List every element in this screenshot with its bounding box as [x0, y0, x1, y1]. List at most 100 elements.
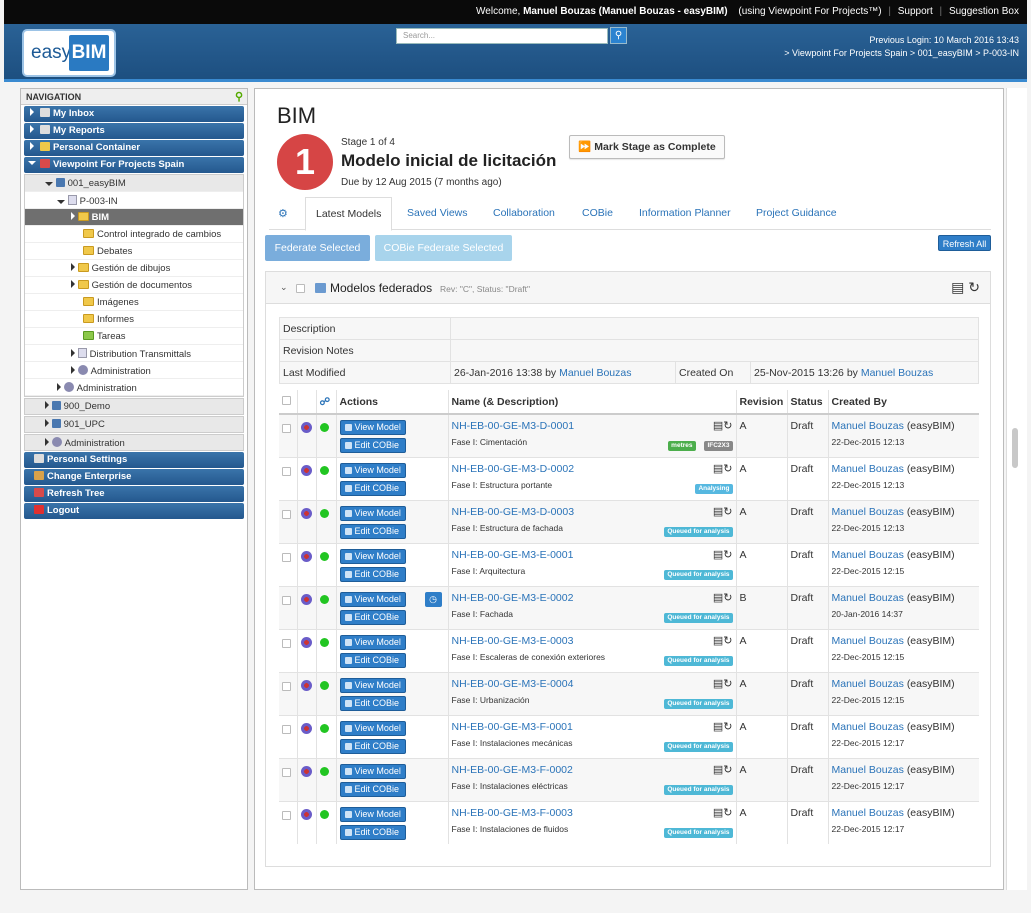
details-icon[interactable]: ▤ — [713, 549, 723, 561]
created-by-user-link[interactable]: Manuel Bouzas — [832, 420, 904, 432]
table-row[interactable]: View Model Edit COBie NH-EB-00-GE-M3-D-0… — [279, 499, 979, 543]
chevron-down-icon[interactable]: ⌄ — [280, 282, 288, 293]
nav-change-enterprise[interactable]: Change Enterprise — [24, 469, 244, 485]
last-modified-user-link[interactable]: Manuel Bouzas — [559, 367, 631, 379]
tab-collaboration[interactable]: Collaboration — [493, 207, 555, 219]
mark-stage-complete-button[interactable]: ⏩ Mark Stage as Complete — [569, 135, 725, 159]
suggestion-box-link[interactable]: Suggestion Box — [949, 6, 1019, 17]
tree-item-901-upc[interactable]: 901_UPC — [24, 416, 244, 433]
model-name-link[interactable]: NH-EB-00-GE-M3-D-0002 — [452, 463, 733, 475]
header-checkbox[interactable] — [282, 395, 291, 405]
view-model-button[interactable]: View Model — [339, 720, 406, 736]
header-created-by[interactable]: Created By — [827, 390, 979, 415]
clock-icon[interactable]: ◷ — [424, 591, 442, 607]
view-model-button[interactable]: View Model — [339, 548, 406, 564]
edit-cobie-button[interactable]: Edit COBie — [339, 652, 406, 668]
refresh-icon[interactable]: ↻ — [723, 764, 732, 776]
created-by-user-link[interactable]: Manuel Bouzas — [832, 506, 904, 518]
view-model-button[interactable]: View Model — [339, 763, 406, 779]
created-by-user-link[interactable]: Manuel Bouzas — [832, 807, 904, 819]
expand-icon[interactable] — [30, 142, 34, 150]
tree-item-debates[interactable]: Debates — [25, 243, 243, 260]
refresh-icon[interactable]: ↻ — [723, 506, 732, 518]
table-row[interactable]: View Model Edit COBie ◷ NH-EB-00-GE-M3-E… — [279, 585, 979, 629]
created-by-user-link[interactable]: Manuel Bouzas — [832, 592, 904, 604]
tree-item-administration-root[interactable]: Administration — [24, 434, 244, 451]
breadcrumb[interactable]: > Viewpoint For Projects Spain > 001_eas… — [784, 47, 1019, 60]
tree-item-administration-bim[interactable]: Administration — [25, 362, 243, 379]
support-link[interactable]: Support — [898, 6, 933, 17]
select-all-checkbox[interactable] — [296, 284, 305, 293]
row-checkbox[interactable] — [282, 424, 291, 433]
refresh-icon[interactable]: ↻ — [723, 592, 732, 604]
created-on-user-link[interactable]: Manuel Bouzas — [861, 367, 933, 379]
refresh-icon[interactable]: ↻ — [723, 635, 732, 647]
row-checkbox[interactable] — [282, 595, 291, 605]
tree-item-distribution-transmittals[interactable]: Distribution Transmittals — [25, 345, 243, 362]
edit-cobie-button[interactable]: Edit COBie — [339, 523, 406, 539]
created-by-user-link[interactable]: Manuel Bouzas — [832, 721, 904, 733]
collapse-icon[interactable] — [28, 161, 36, 165]
model-name-link[interactable]: NH-EB-00-GE-M3-F-0001 — [452, 721, 733, 733]
edit-cobie-button[interactable]: Edit COBie — [339, 738, 406, 754]
table-row[interactable]: View Model Edit COBie NH-EB-00-GE-M3-F-0… — [279, 800, 979, 844]
created-by-user-link[interactable]: Manuel Bouzas — [832, 463, 904, 475]
refresh-icon[interactable]: ↻ — [723, 463, 732, 475]
edit-cobie-button[interactable]: Edit COBie — [339, 566, 406, 582]
details-icon[interactable]: ▤ — [713, 721, 723, 733]
model-name-link[interactable]: NH-EB-00-GE-M3-E-0004 — [452, 678, 733, 690]
model-name-link[interactable]: NH-EB-00-GE-M3-D-0001 — [452, 420, 733, 432]
refresh-icon[interactable]: ↻ — [723, 678, 732, 690]
created-by-user-link[interactable]: Manuel Bouzas — [832, 678, 904, 690]
details-icon[interactable]: ▤ — [951, 279, 964, 295]
row-checkbox[interactable] — [282, 724, 291, 734]
created-by-user-link[interactable]: Manuel Bouzas — [832, 549, 904, 561]
nav-my-inbox[interactable]: My Inbox — [24, 106, 244, 122]
expand-icon[interactable] — [71, 366, 75, 374]
expand-icon[interactable] — [71, 212, 75, 220]
expand-icon[interactable] — [71, 349, 75, 357]
edit-cobie-button[interactable]: Edit COBie — [339, 824, 406, 840]
expand-icon[interactable] — [30, 108, 34, 116]
tree-item-imagenes[interactable]: Imágenes — [25, 294, 243, 311]
tree-item-administration-project[interactable]: Administration — [25, 379, 243, 396]
expand-icon[interactable] — [45, 419, 49, 427]
view-model-button[interactable]: View Model — [339, 505, 406, 521]
nav-personal-settings[interactable]: Personal Settings — [24, 452, 244, 468]
edit-cobie-button[interactable]: Edit COBie — [339, 781, 406, 797]
details-icon[interactable]: ▤ — [713, 635, 723, 647]
view-model-button[interactable]: View Model — [339, 806, 406, 822]
expand-icon[interactable] — [45, 401, 49, 409]
tree-item-gestion-dibujos[interactable]: Gestión de dibujos — [25, 260, 243, 277]
model-name-link[interactable]: NH-EB-00-GE-M3-E-0001 — [452, 549, 733, 561]
row-checkbox[interactable] — [282, 509, 291, 519]
collapse-icon[interactable] — [45, 182, 53, 186]
nav-refresh-tree[interactable]: Refresh Tree — [24, 486, 244, 502]
refresh-icon[interactable]: ↻ — [723, 721, 732, 733]
nav-my-reports[interactable]: My Reports — [24, 123, 244, 139]
tab-information-planner[interactable]: Information Planner — [639, 207, 731, 219]
view-model-button[interactable]: View Model — [339, 591, 406, 607]
pin-icon[interactable]: ⚲ — [235, 90, 243, 103]
refresh-icon[interactable]: ↻ — [723, 807, 732, 819]
table-row[interactable]: View Model Edit COBie NH-EB-00-GE-M3-E-0… — [279, 542, 979, 586]
details-icon[interactable]: ▤ — [713, 506, 723, 518]
expand-icon[interactable] — [30, 125, 34, 133]
table-row[interactable]: View Model Edit COBie NH-EB-00-GE-M3-F-0… — [279, 714, 979, 758]
tree-item-control-integrado[interactable]: Control integrado de cambios — [25, 226, 243, 243]
nav-personal-container[interactable]: Personal Container — [24, 140, 244, 156]
expand-icon[interactable] — [71, 263, 75, 271]
row-checkbox[interactable] — [282, 638, 291, 648]
nav-logout[interactable]: Logout — [24, 503, 244, 519]
details-icon[interactable]: ▤ — [713, 463, 723, 475]
refresh-all-button[interactable]: Refresh All — [938, 235, 991, 251]
tree-item-gestion-documentos[interactable]: Gestión de documentos — [25, 277, 243, 294]
scrollbar-thumb[interactable] — [1012, 428, 1018, 468]
tree-item-tareas[interactable]: Tareas — [25, 328, 243, 345]
table-row[interactable]: View Model Edit COBie NH-EB-00-GE-M3-E-0… — [279, 671, 979, 715]
tab-latest-models[interactable]: Latest Models — [305, 197, 393, 231]
search-input[interactable]: Search... — [396, 28, 608, 44]
details-icon[interactable]: ▤ — [713, 678, 723, 690]
row-checkbox[interactable] — [282, 552, 291, 562]
search-button[interactable]: ⚲ — [610, 27, 627, 44]
